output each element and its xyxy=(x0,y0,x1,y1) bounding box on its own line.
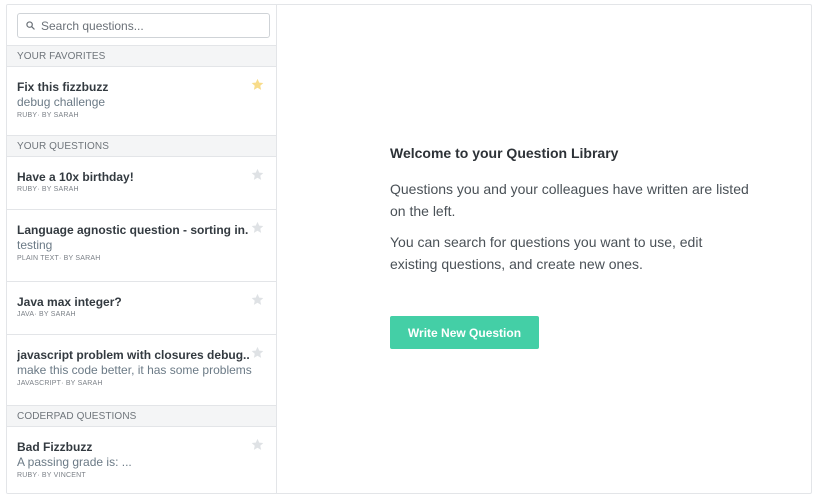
question-item[interactable]: javascript problem with closures debug..… xyxy=(7,335,276,406)
question-description: testing xyxy=(17,238,53,252)
question-library-panel: YOUR FAVORITES Fix this fizzbuzz debug c… xyxy=(6,4,812,494)
question-description: A passing grade is: ... xyxy=(17,455,132,469)
question-title: Bad Fizzbuzz xyxy=(17,440,93,454)
question-title: Have a 10x birthday! xyxy=(17,170,134,184)
search-bar xyxy=(7,5,276,46)
star-icon[interactable] xyxy=(251,438,264,451)
question-title: javascript problem with closures debug..… xyxy=(17,348,249,362)
section-header-coderpad: CODERPAD QUESTIONS xyxy=(7,406,276,427)
welcome-paragraph-1: Questions you and your colleagues have w… xyxy=(390,181,749,219)
question-title: Java max integer? xyxy=(17,295,122,309)
star-icon[interactable] xyxy=(251,78,264,91)
star-icon[interactable] xyxy=(251,346,264,359)
star-icon[interactable] xyxy=(251,168,264,181)
welcome-message: Welcome to your Question Library Questio… xyxy=(390,145,750,275)
question-meta: JAVASCRIPT· BY SARAH xyxy=(17,380,103,387)
question-description: make this code better, it has some probl… xyxy=(17,363,252,377)
question-meta: JAVA· BY SARAH xyxy=(17,311,76,318)
welcome-heading: Welcome to your Question Library xyxy=(390,145,619,161)
star-icon[interactable] xyxy=(251,221,264,234)
question-item[interactable]: Language agnostic question - sorting in.… xyxy=(7,210,276,282)
question-meta: RUBY· BY SARAH xyxy=(17,112,79,119)
welcome-paragraph-2: You can search for questions you want to… xyxy=(390,234,703,272)
question-meta: RUBY· BY SARAH xyxy=(17,186,79,193)
search-icon xyxy=(26,21,35,30)
section-header-favorites: YOUR FAVORITES xyxy=(7,46,276,67)
write-new-question-button[interactable]: Write New Question xyxy=(390,316,539,349)
question-meta: PLAIN TEXT· BY SARAH xyxy=(17,255,101,262)
question-title: Language agnostic question - sorting in.… xyxy=(17,223,249,237)
question-description: debug challenge xyxy=(17,95,106,109)
question-item[interactable]: Have a 10x birthday! RUBY· BY SARAH xyxy=(7,157,276,210)
question-item[interactable]: Bad Fizzbuzz A passing grade is: ... RUB… xyxy=(7,427,276,493)
question-title: Fix this fizzbuzz xyxy=(17,80,109,94)
question-sidebar: YOUR FAVORITES Fix this fizzbuzz debug c… xyxy=(7,5,277,493)
question-item[interactable]: Java max integer? JAVA· BY SARAH xyxy=(7,282,276,335)
search-box[interactable] xyxy=(17,13,270,38)
welcome-panel: Welcome to your Question Library Questio… xyxy=(277,5,811,493)
search-input[interactable] xyxy=(41,18,241,33)
question-item[interactable]: Fix this fizzbuzz debug challenge RUBY· … xyxy=(7,67,276,136)
star-icon[interactable] xyxy=(251,293,264,306)
section-header-your-questions: YOUR QUESTIONS xyxy=(7,136,276,157)
question-meta: RUBY· BY VINCENT xyxy=(17,472,86,479)
